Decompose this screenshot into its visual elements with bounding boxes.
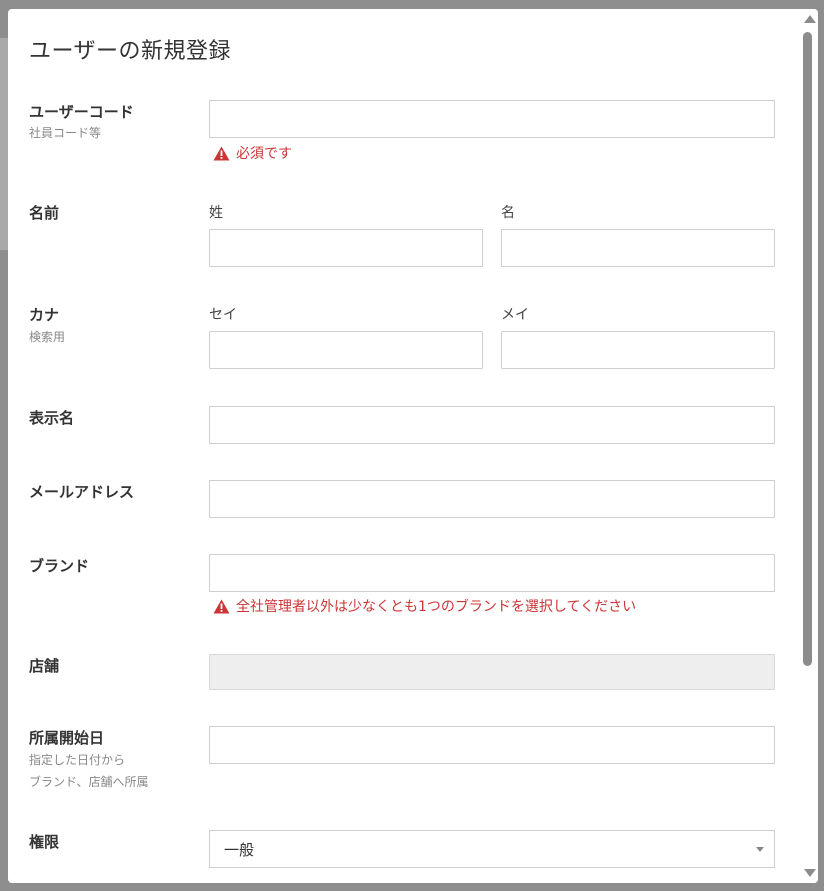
permission-select[interactable]: 一般 xyxy=(209,830,775,868)
permission-label: 権限 xyxy=(29,833,60,851)
user-code-error-text: 必須です xyxy=(236,146,292,162)
first-kana-label: メイ xyxy=(501,307,529,323)
user-code-input[interactable] xyxy=(209,100,775,138)
background-panel xyxy=(0,38,8,250)
chevron-down-icon xyxy=(756,847,764,852)
name-label: 名前 xyxy=(29,204,60,222)
modal-scrollbar[interactable] xyxy=(801,9,818,883)
kana-hint: 検索用 xyxy=(29,330,66,344)
user-code-label: ユーザーコード xyxy=(29,103,134,121)
first-kana-input[interactable] xyxy=(501,331,775,369)
display-name-input[interactable] xyxy=(209,406,775,444)
start-date-hint-line1: 指定した日付から xyxy=(29,753,126,767)
last-kana-label: セイ xyxy=(209,307,237,323)
kana-label: カナ xyxy=(29,306,60,324)
email-label: メールアドレス xyxy=(29,483,135,501)
warning-icon xyxy=(213,146,230,160)
brand-error: 全社管理者以外は少なくとも1つのブランドを選択してください xyxy=(213,596,636,616)
start-date-input[interactable] xyxy=(209,726,775,764)
display-name-label: 表示名 xyxy=(29,409,75,427)
last-name-label: 姓 xyxy=(209,205,223,221)
user-registration-modal: ユーザーの新規登録 ユーザーコード 社員コード等 必須です 名前 姓 名 カナ … xyxy=(8,9,818,883)
scroll-thumb[interactable] xyxy=(803,32,812,666)
brand-input[interactable] xyxy=(209,554,775,592)
start-date-label: 所属開始日 xyxy=(29,729,105,747)
brand-error-text: 全社管理者以外は少なくとも1つのブランドを選択してください xyxy=(236,599,637,615)
permission-selected-value: 一般 xyxy=(224,840,255,859)
email-input[interactable] xyxy=(209,480,775,518)
scroll-down-arrow-icon[interactable] xyxy=(804,869,816,877)
warning-icon xyxy=(213,599,230,613)
scroll-up-arrow-icon[interactable] xyxy=(804,15,816,23)
start-date-hint-line2: ブランド、店舗へ所属 xyxy=(29,775,149,789)
brand-label: ブランド xyxy=(29,557,90,575)
store-input xyxy=(209,654,775,690)
user-code-error: 必須です xyxy=(213,143,292,163)
last-name-input[interactable] xyxy=(209,229,483,267)
last-kana-input[interactable] xyxy=(209,331,483,369)
store-label: 店舗 xyxy=(29,657,60,675)
first-name-input[interactable] xyxy=(501,229,775,267)
first-name-label: 名 xyxy=(501,205,515,221)
modal-title: ユーザーの新規登録 xyxy=(29,39,232,64)
user-code-hint: 社員コード等 xyxy=(29,126,102,140)
